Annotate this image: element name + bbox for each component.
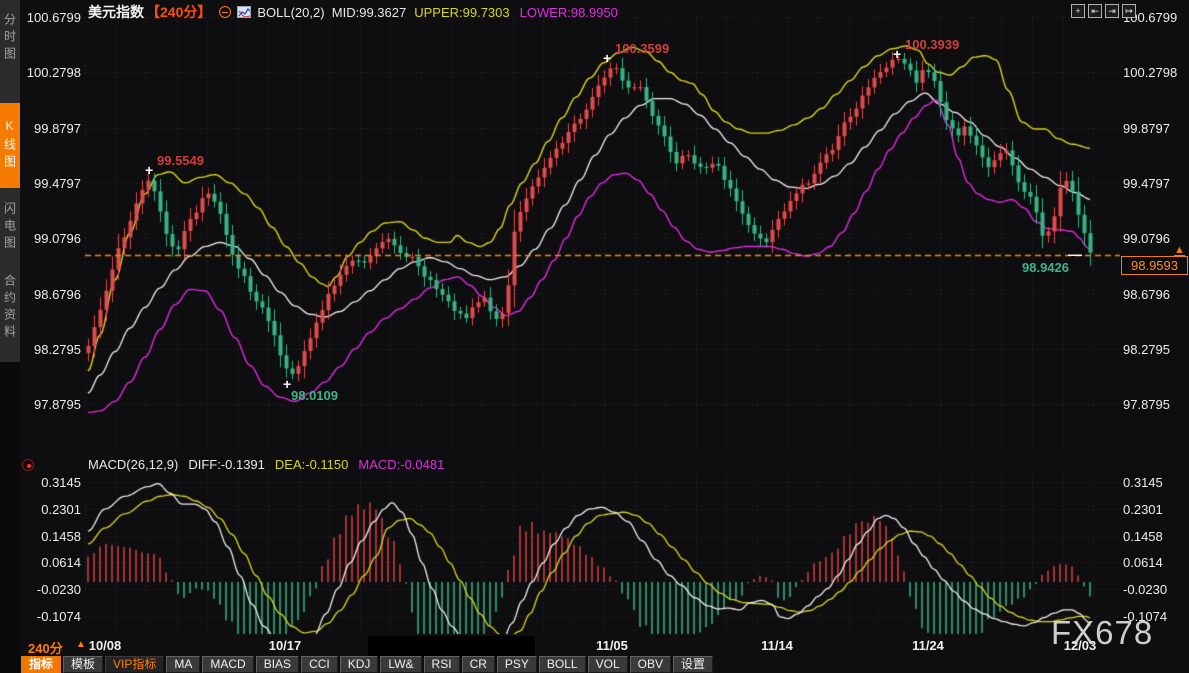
period-label: 【240分】 <box>146 2 211 22</box>
minus-circle-icon[interactable] <box>219 6 231 18</box>
last-price-box: 98.9593 <box>1121 256 1188 275</box>
sidebar-item-label: 闪电图 <box>2 202 19 253</box>
timeframe-label[interactable]: 240分 <box>28 638 63 657</box>
macd-dea-value: DEA:-0.1150 <box>275 457 348 472</box>
redacted-box <box>368 636 535 657</box>
macd-diff-value: DIFF:-0.1391 <box>188 457 265 472</box>
toolbar-button-MACD[interactable]: MACD <box>202 656 253 673</box>
window-controls: +⇤⇥↦ <box>1071 4 1136 18</box>
zoom-axis-right-icon[interactable]: ⇥ <box>1105 4 1119 18</box>
toolbar-button-设置[interactable]: 设置 <box>673 656 713 673</box>
toolbar-button-MA[interactable]: MA <box>166 656 200 673</box>
toolbar-button-CR[interactable]: CR <box>462 656 495 673</box>
macd-name: MACD(26,12,9) <box>88 457 178 472</box>
pan-tool-icon[interactable]: + <box>1071 4 1085 18</box>
date-label: 11/24 <box>898 638 958 653</box>
toolbar-button-VIP指标[interactable]: VIP指标 <box>105 656 164 673</box>
date-label: 11/05 <box>582 638 642 653</box>
chart-type-icon[interactable] <box>237 6 251 18</box>
indicator-toolbar: 指标模板VIP指标MAMACDBIASCCIKDJLW&RSICRPSYBOLL… <box>21 656 713 673</box>
sidebar-item-label: K线图 <box>2 119 19 172</box>
toolbar-button-KDJ[interactable]: KDJ <box>340 656 379 673</box>
time-axis: 240分 ▲ 10/0810/1711/0511/1411/2412/03 <box>0 636 1189 657</box>
boll-upper-value: UPPER:99.7303 <box>414 5 509 20</box>
toolbar-button-模板[interactable]: 模板 <box>63 656 103 673</box>
toolbar-button-VOL[interactable]: VOL <box>588 656 628 673</box>
toolbar-button-BIAS[interactable]: BIAS <box>256 656 299 673</box>
toolbar-button-OBV[interactable]: OBV <box>630 656 671 673</box>
macd-marker-icon[interactable] <box>22 459 34 471</box>
date-label: 11/14 <box>747 638 807 653</box>
sidebar-item-label: 分时图 <box>2 13 19 64</box>
toolbar-button-LW&[interactable]: LW& <box>380 656 421 673</box>
boll-lower-value: LOWER:98.9950 <box>520 5 618 20</box>
toolbar-button-CCI[interactable]: CCI <box>301 656 338 673</box>
watermark: FX678 <box>1051 614 1153 652</box>
date-label: 10/17 <box>255 638 315 653</box>
price-up-arrow-icon: ▲ <box>1174 245 1185 257</box>
sidebar-item-flash-chart[interactable]: 闪电图 <box>0 194 20 260</box>
toolbar-button-RSI[interactable]: RSI <box>424 656 460 673</box>
date-label: 10/08 <box>75 638 135 653</box>
sidebar: 分时图 K线图闪电图合约资料 <box>0 0 20 673</box>
sidebar-item-label: 合约资料 <box>2 274 19 342</box>
macd-macd-value: MACD:-0.0481 <box>358 457 444 472</box>
zoom-axis-left-icon[interactable]: ⇤ <box>1088 4 1102 18</box>
chart-canvas[interactable] <box>0 0 1189 673</box>
sidebar-item-time-chart[interactable]: 分时图 <box>0 5 20 71</box>
sidebar-item-kline-chart[interactable]: K线图 <box>0 103 20 188</box>
toolbar-button-PSY[interactable]: PSY <box>497 656 537 673</box>
toolbar-button-指标[interactable]: 指标 <box>21 656 61 673</box>
symbol-name: 美元指数 <box>88 2 144 22</box>
macd-header: MACD(26,12,9) DIFF:-0.1391 DEA:-0.1150 M… <box>88 457 444 472</box>
chart-header: 美元指数 【240分】 BOLL(20,2) MID:99.3627 UPPER… <box>88 3 618 21</box>
toolbar-button-BOLL[interactable]: BOLL <box>539 656 586 673</box>
scroll-right-icon[interactable]: ↦ <box>1122 4 1136 18</box>
sidebar-item-contract-info[interactable]: 合约资料 <box>0 262 20 354</box>
boll-label: BOLL(20,2) MID:99.3627 <box>257 5 406 20</box>
